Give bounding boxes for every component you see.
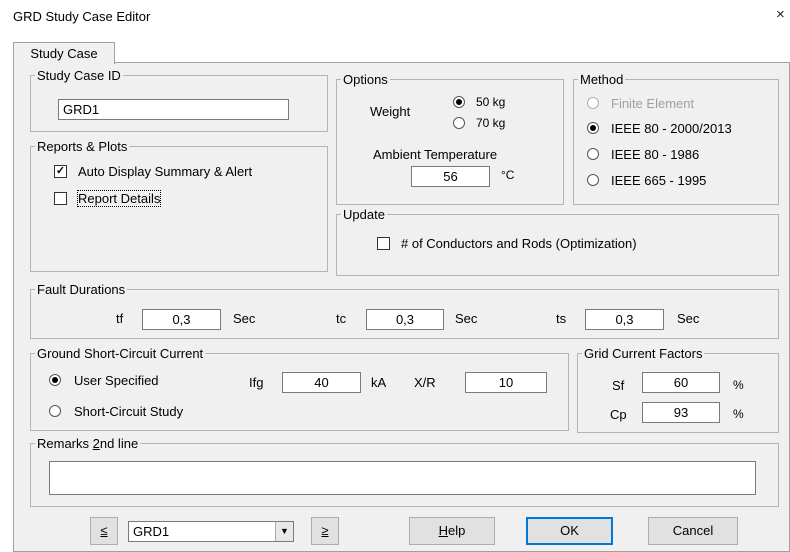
update-legend: Update [343,207,385,222]
weight-50kg-radio[interactable] [453,96,465,108]
ambient-temperature-input[interactable]: 56 [411,166,490,187]
study-case-combo[interactable]: GRD1 ▼ [128,521,294,542]
cp-input[interactable]: 93 [642,402,720,423]
method-ieee665-1995-label[interactable]: IEEE 665 - 1995 [611,173,706,188]
remarks-legend-suffix: nd line [99,436,139,451]
tf-label: tf [116,311,124,326]
next-button[interactable]: ≥ [311,517,339,545]
conductors-optimization-checkbox[interactable] [377,237,390,250]
method-ieee80-2000-radio[interactable] [587,122,599,134]
next-button-label: ≥ [321,523,329,538]
user-specified-label[interactable]: User Specified [74,373,159,388]
method-finite-element-radio[interactable] [587,97,599,109]
ifg-unit: kA [371,375,387,390]
sf-unit: % [733,378,744,392]
ts-unit: Sec [677,311,700,326]
xr-input[interactable]: 10 [465,372,547,393]
tc-label: tc [336,311,347,326]
tab-study-case[interactable]: Study Case [13,42,115,64]
study-case-id-input[interactable]: GRD1 [58,99,289,120]
remarks-legend-accel: 2 [92,436,100,451]
short-circuit-study-label[interactable]: Short-Circuit Study [74,404,183,419]
cp-unit: % [733,407,744,421]
tc-input[interactable]: 0,3 [366,309,444,330]
method-ieee80-2000-label[interactable]: IEEE 80 - 2000/2013 [611,121,732,136]
options-legend: Options [343,72,388,87]
chevron-down-icon[interactable]: ▼ [275,522,293,541]
reports-plots-legend: Reports & Plots [37,139,128,154]
ok-button[interactable]: OK [526,517,613,545]
short-circuit-study-radio[interactable] [49,405,61,417]
cancel-button[interactable]: Cancel [648,517,738,545]
method-legend: Method [580,72,624,87]
method-ieee665-1995-radio[interactable] [587,174,599,186]
help-button-label: elp [448,523,466,538]
ifg-input[interactable]: 40 [282,372,361,393]
previous-button-label: ≤ [100,523,108,538]
cp-label: Cp [610,407,627,422]
method-finite-element-label[interactable]: Finite Element [611,96,694,111]
remarks-legend-prefix: Remarks [37,436,93,451]
method-ieee80-1986-radio[interactable] [587,148,599,160]
weight-70kg-radio[interactable] [453,117,465,129]
auto-display-checkbox[interactable]: ✓ [54,165,67,178]
grid-factors-legend: Grid Current Factors [584,346,703,361]
ambient-temperature-unit: °C [501,168,515,182]
help-button-accel: H [438,523,449,538]
fault-durations-legend: Fault Durations [37,282,126,297]
report-details-checkbox[interactable] [54,192,67,205]
window-title: GRD Study Case Editor [13,9,151,24]
sf-label: Sf [612,378,625,393]
weight-50kg-label[interactable]: 50 kg [476,95,505,109]
study-case-combo-value: GRD1 [133,524,170,539]
weight-label: Weight [370,104,411,119]
ts-input[interactable]: 0,3 [585,309,664,330]
reports-plots-group: Reports & Plots [30,139,328,272]
user-specified-radio[interactable] [49,374,61,386]
tf-input[interactable]: 0,3 [142,309,221,330]
xr-label: X/R [414,375,436,390]
tc-unit: Sec [455,311,478,326]
sf-input[interactable]: 60 [642,372,720,393]
tf-unit: Sec [233,311,256,326]
previous-button[interactable]: ≤ [90,517,118,545]
help-button[interactable]: Help [409,517,495,545]
tab-study-case-label: Study Case [30,46,98,61]
ground-current-legend: Ground Short-Circuit Current [37,346,204,361]
ambient-temperature-label: Ambient Temperature [373,147,498,162]
remarks-input[interactable] [49,461,756,495]
method-ieee80-1986-label[interactable]: IEEE 80 - 1986 [611,147,699,162]
weight-70kg-label[interactable]: 70 kg [476,116,505,130]
remarks-legend: Remarks 2nd line [35,436,140,451]
ifg-label: Ifg [249,375,264,390]
report-details-label[interactable]: Report Details [76,190,162,207]
ts-label: ts [556,311,567,326]
auto-display-label[interactable]: Auto Display Summary & Alert [78,164,252,179]
study-case-id-legend: Study Case ID [37,68,121,83]
close-icon[interactable]: × [776,6,785,23]
conductors-optimization-label[interactable]: # of Conductors and Rods (Optimization) [401,236,637,251]
